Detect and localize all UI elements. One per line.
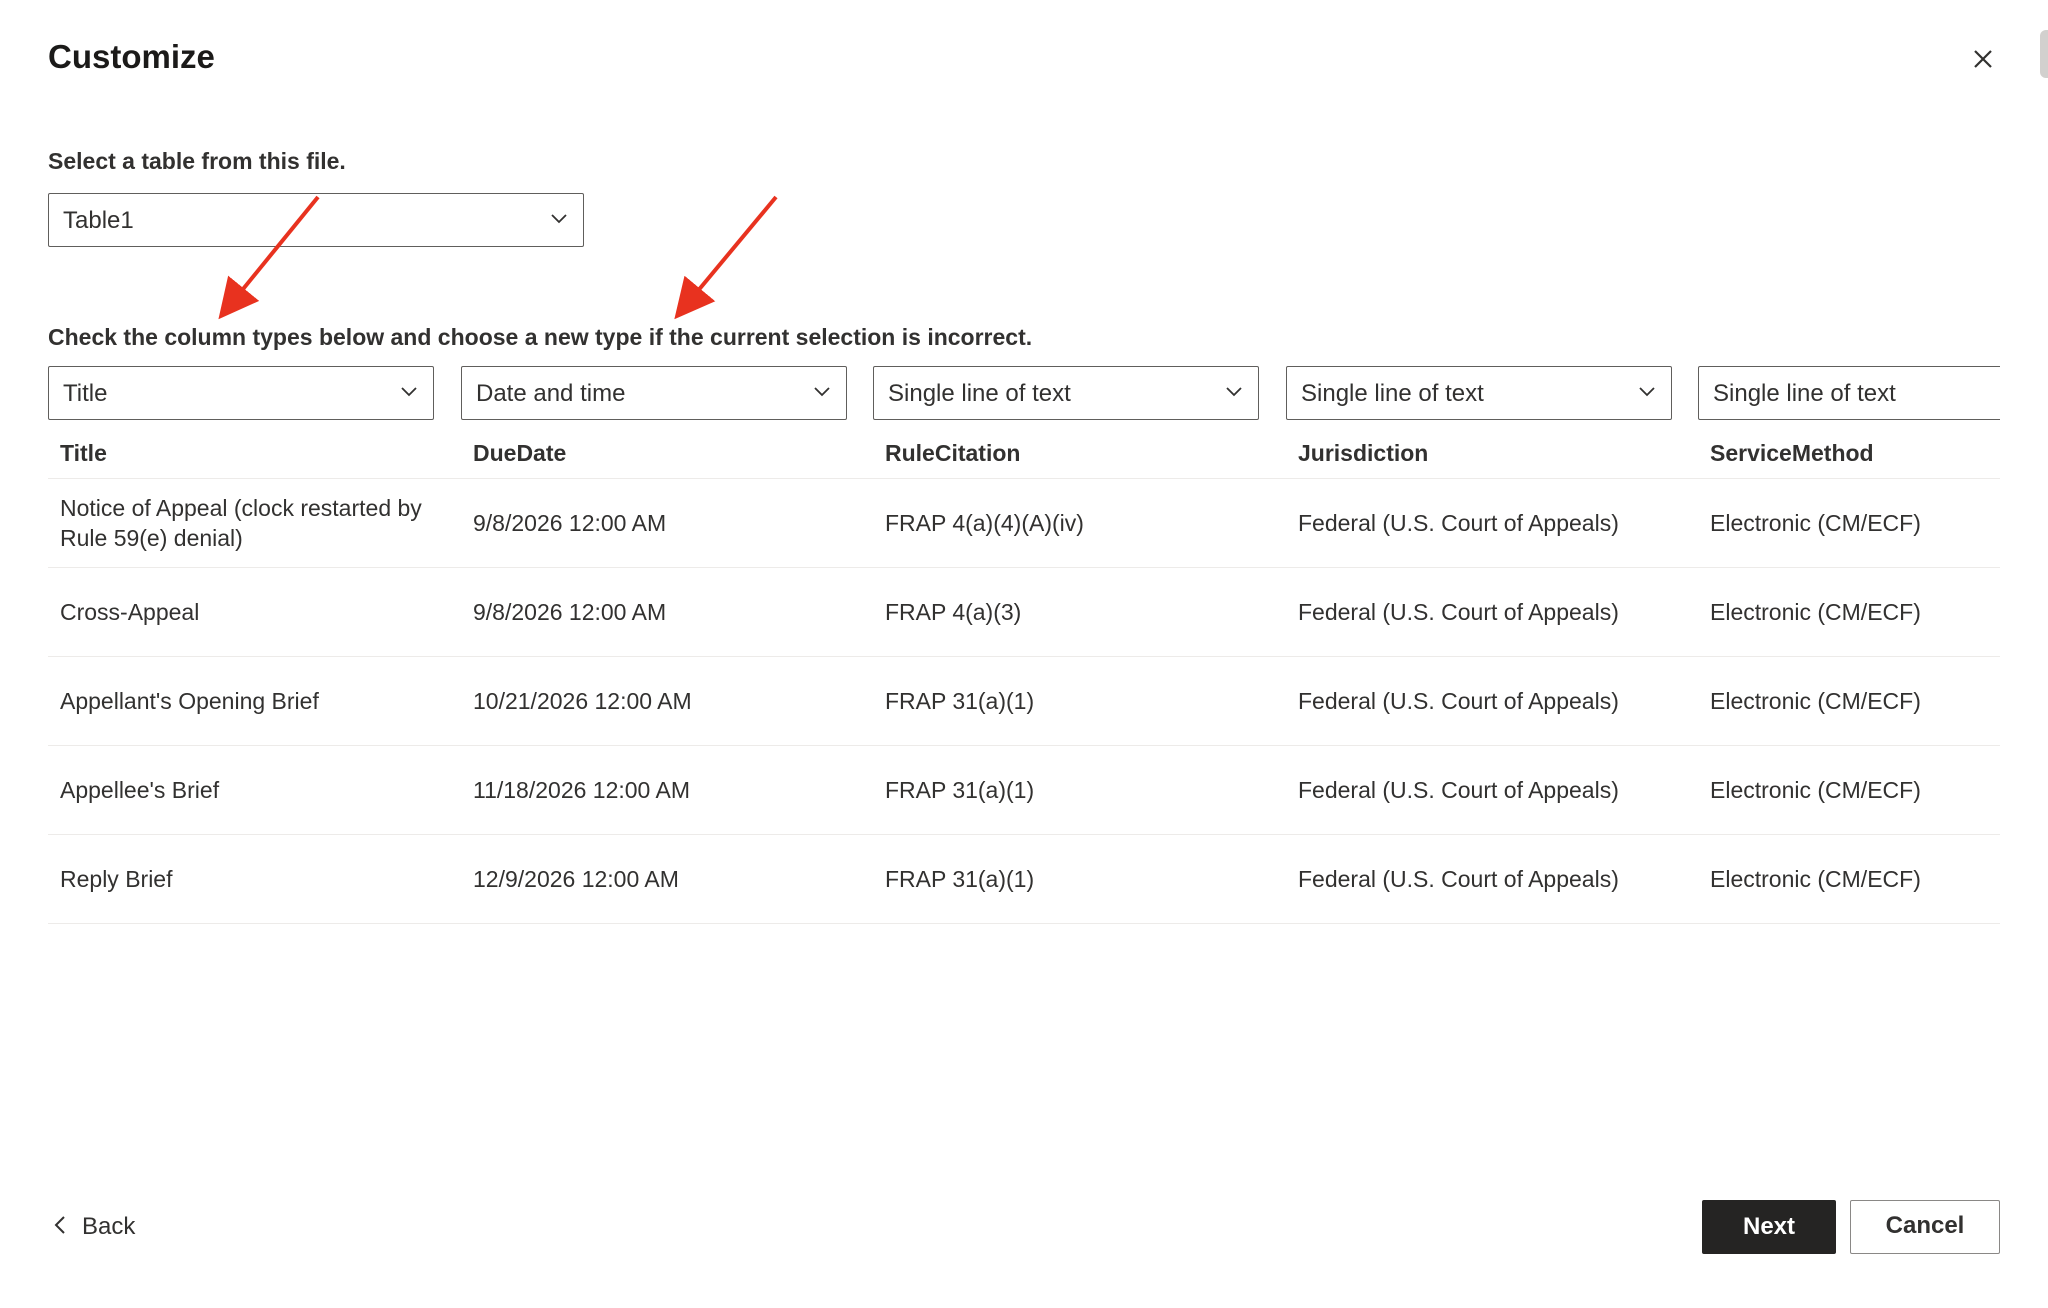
- column-header: Title: [48, 428, 461, 479]
- close-button[interactable]: [1966, 42, 2000, 76]
- chevron-down-icon: [1226, 387, 1242, 397]
- table-select-label: Select a table from this file.: [48, 148, 346, 174]
- table-cell: Cross-Appeal: [48, 567, 461, 657]
- chevron-down-icon: [1639, 387, 1655, 397]
- table-cell: Electronic (CM/ECF): [1698, 478, 2000, 568]
- table-cell: Electronic (CM/ECF): [1698, 745, 2000, 835]
- cancel-button[interactable]: Cancel: [1850, 1200, 2000, 1254]
- table-cell: Appellee's Brief: [48, 745, 461, 835]
- chevron-left-icon: [54, 1216, 65, 1234]
- table-cell: Electronic (CM/ECF): [1698, 656, 2000, 746]
- annotation-arrow: [674, 195, 778, 320]
- table-cell: 10/21/2026 12:00 AM: [461, 656, 873, 746]
- table-cell: Electronic (CM/ECF): [1698, 567, 2000, 657]
- table-cell: 9/8/2026 12:00 AM: [461, 567, 873, 657]
- column-type-select-servicemethod[interactable]: Single line of text: [1698, 366, 2000, 420]
- column-header: Jurisdiction: [1286, 428, 1698, 479]
- column-header: ServiceMethod: [1698, 428, 2000, 479]
- table-cell: 12/9/2026 12:00 AM: [461, 834, 873, 924]
- table-cell: 11/18/2026 12:00 AM: [461, 745, 873, 835]
- column-type-select-jurisdiction[interactable]: Single line of text: [1286, 366, 1672, 420]
- table-select-dropdown[interactable]: Table1: [48, 193, 584, 247]
- table-cell: 9/8/2026 12:00 AM: [461, 478, 873, 568]
- table-row: Notice of Appeal (clock restarted by Rul…: [48, 478, 2000, 568]
- table-cell: Reply Brief: [48, 834, 461, 924]
- preview-table-container: Title DueDate RuleCitation Jurisdiction …: [48, 428, 2000, 924]
- column-type-value: Single line of text: [1301, 380, 1484, 407]
- column-type-select-title[interactable]: Title: [48, 366, 434, 420]
- preview-table: Title DueDate RuleCitation Jurisdiction …: [48, 428, 2000, 924]
- next-button[interactable]: Next: [1702, 1200, 1836, 1254]
- column-type-selects: Title Date and time Single line of text …: [48, 366, 2000, 420]
- dialog-title: Customize: [48, 38, 215, 75]
- column-type-value: Date and time: [476, 380, 626, 407]
- table-cell: FRAP 31(a)(1): [873, 745, 1286, 835]
- chevron-down-icon: [401, 387, 417, 397]
- close-icon: [1974, 50, 1992, 68]
- column-type-value: Title: [63, 380, 108, 407]
- table-row: Appellant's Opening Brief 10/21/2026 12:…: [48, 656, 2000, 746]
- column-type-select-rulecitation[interactable]: Single line of text: [873, 366, 1259, 420]
- table-cell: Notice of Appeal (clock restarted by Rul…: [48, 478, 461, 568]
- table-cell: FRAP 31(a)(1): [873, 656, 1286, 746]
- column-type-value: Single line of text: [1713, 380, 1896, 407]
- table-row: Reply Brief 12/9/2026 12:00 AM FRAP 31(a…: [48, 834, 2000, 924]
- table-cell: Federal (U.S. Court of Appeals): [1286, 745, 1698, 835]
- chevron-down-icon: [814, 387, 830, 397]
- column-type-value: Single line of text: [888, 380, 1071, 407]
- table-cell: Electronic (CM/ECF): [1698, 834, 2000, 924]
- scrollbar-edge[interactable]: [2040, 30, 2048, 78]
- table-cell: Federal (U.S. Court of Appeals): [1286, 567, 1698, 657]
- table-row: Cross-Appeal 9/8/2026 12:00 AM FRAP 4(a)…: [48, 567, 2000, 657]
- back-button-label: Back: [82, 1213, 136, 1240]
- column-header: RuleCitation: [873, 428, 1286, 479]
- table-select-value: Table1: [63, 207, 134, 234]
- table-cell: Federal (U.S. Court of Appeals): [1286, 478, 1698, 568]
- table-header-row: Title DueDate RuleCitation Jurisdiction …: [48, 428, 2000, 479]
- chevron-down-icon: [551, 214, 567, 224]
- column-header: DueDate: [461, 428, 873, 479]
- column-type-select-duedate[interactable]: Date and time: [461, 366, 847, 420]
- table-cell: Federal (U.S. Court of Appeals): [1286, 834, 1698, 924]
- table-cell: Appellant's Opening Brief: [48, 656, 461, 746]
- table-cell: FRAP 31(a)(1): [873, 834, 1286, 924]
- customize-dialog: Customize Select a table from this file.…: [0, 0, 2048, 1308]
- table-cell: Federal (U.S. Court of Appeals): [1286, 656, 1698, 746]
- table-cell: FRAP 4(a)(4)(A)(iv): [873, 478, 1286, 568]
- column-types-label: Check the column types below and choose …: [48, 324, 1033, 350]
- table-row: Appellee's Brief 11/18/2026 12:00 AM FRA…: [48, 745, 2000, 835]
- table-cell: FRAP 4(a)(3): [873, 567, 1286, 657]
